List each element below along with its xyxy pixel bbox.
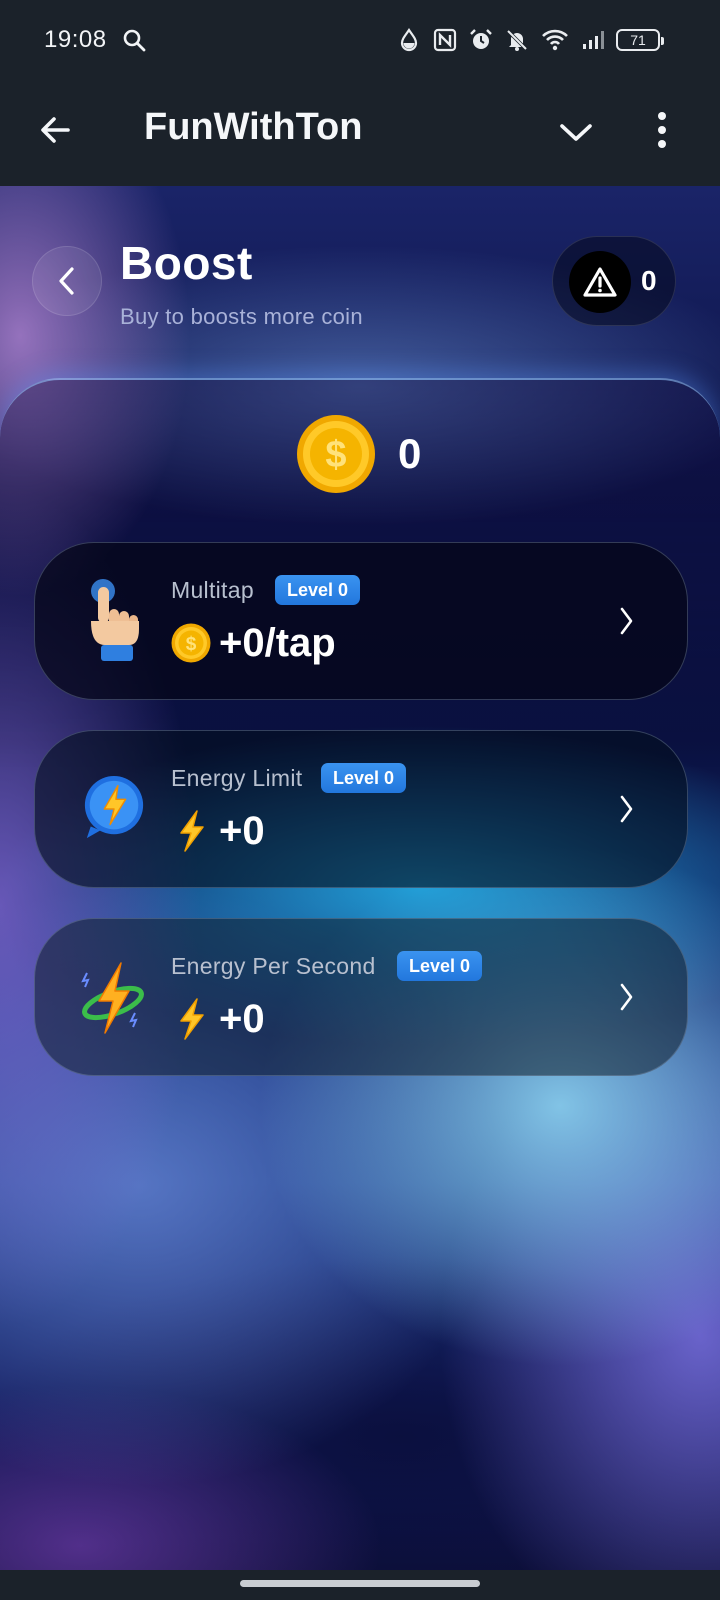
page-subtitle: Buy to boosts more coin — [120, 304, 363, 329]
boost-value-row: +0 — [171, 807, 265, 855]
alarm-icon — [470, 29, 492, 49]
boost-screen: Boost Buy to boosts more coin 0 $ 0 Mult… — [0, 186, 720, 1570]
boost-name: Energy Limit — [171, 765, 303, 791]
boost-card-multitap[interactable]: Multitap Level 0 $ +0/tap — [34, 542, 688, 700]
more-options-icon[interactable] — [652, 108, 672, 152]
page-title: Boost — [120, 237, 253, 289]
wifi-icon — [542, 29, 568, 51]
boost-value: +0/tap — [219, 620, 336, 665]
balance-value: 0 — [398, 430, 422, 477]
home-indicator[interactable] — [240, 1580, 480, 1587]
chevron-down-icon[interactable] — [556, 112, 596, 152]
coin-icon: $ — [297, 415, 375, 493]
lightning-icon — [180, 810, 204, 852]
svg-text:$: $ — [186, 634, 197, 655]
signal-icon — [583, 31, 604, 49]
warning-icon — [583, 267, 617, 297]
tap-hand-icon — [91, 579, 139, 661]
boost-card-energy-limit[interactable]: Energy Limit Level 0 +0 — [34, 730, 688, 888]
level-badge: Level 0 — [275, 575, 361, 605]
search-icon — [123, 29, 146, 52]
boost-card-energy-per-second[interactable]: Energy Per Second Level 0 +0 — [34, 918, 688, 1076]
boost-value-row: $ +0/tap — [171, 619, 336, 667]
warning-count: 0 — [641, 265, 657, 296]
water-drop-icon — [400, 28, 418, 52]
chevron-right-icon — [620, 607, 633, 635]
chevron-right-icon — [620, 795, 633, 823]
back-arrow-icon[interactable] — [34, 108, 78, 152]
energy-bubble-icon — [84, 776, 144, 839]
boost-name: Energy Per Second — [171, 953, 376, 979]
status-time: 19:08 — [44, 26, 107, 53]
level-badge: Level 0 — [397, 951, 483, 981]
boost-value: +0 — [219, 996, 265, 1041]
boost-name: Multitap — [171, 577, 254, 603]
warning-pill[interactable]: 0 — [552, 236, 676, 326]
boost-value: +0 — [219, 808, 265, 853]
back-button[interactable] — [32, 246, 102, 316]
level-badge: Level 0 — [321, 763, 407, 793]
warning-badge — [569, 251, 631, 313]
app-title: FunWithTon — [144, 106, 363, 148]
energy-orbit-icon — [81, 962, 144, 1034]
app-bar: FunWithTon — [0, 84, 720, 186]
bell-off-icon — [506, 29, 528, 51]
nfc-icon — [433, 28, 457, 52]
coin-icon: $ — [171, 623, 211, 663]
chevron-right-icon — [620, 983, 633, 1011]
system-nav-bar — [0, 1570, 720, 1600]
boost-value-row: +0 — [171, 995, 265, 1043]
battery-indicator: 71 — [616, 29, 664, 51]
lightning-icon — [180, 998, 204, 1040]
chevron-left-icon — [59, 267, 74, 295]
coin-balance: $ 0 — [296, 414, 421, 494]
battery-level: 71 — [630, 32, 646, 48]
svg-text:$: $ — [325, 434, 346, 476]
status-bar: 19:08 71 — [0, 0, 720, 84]
